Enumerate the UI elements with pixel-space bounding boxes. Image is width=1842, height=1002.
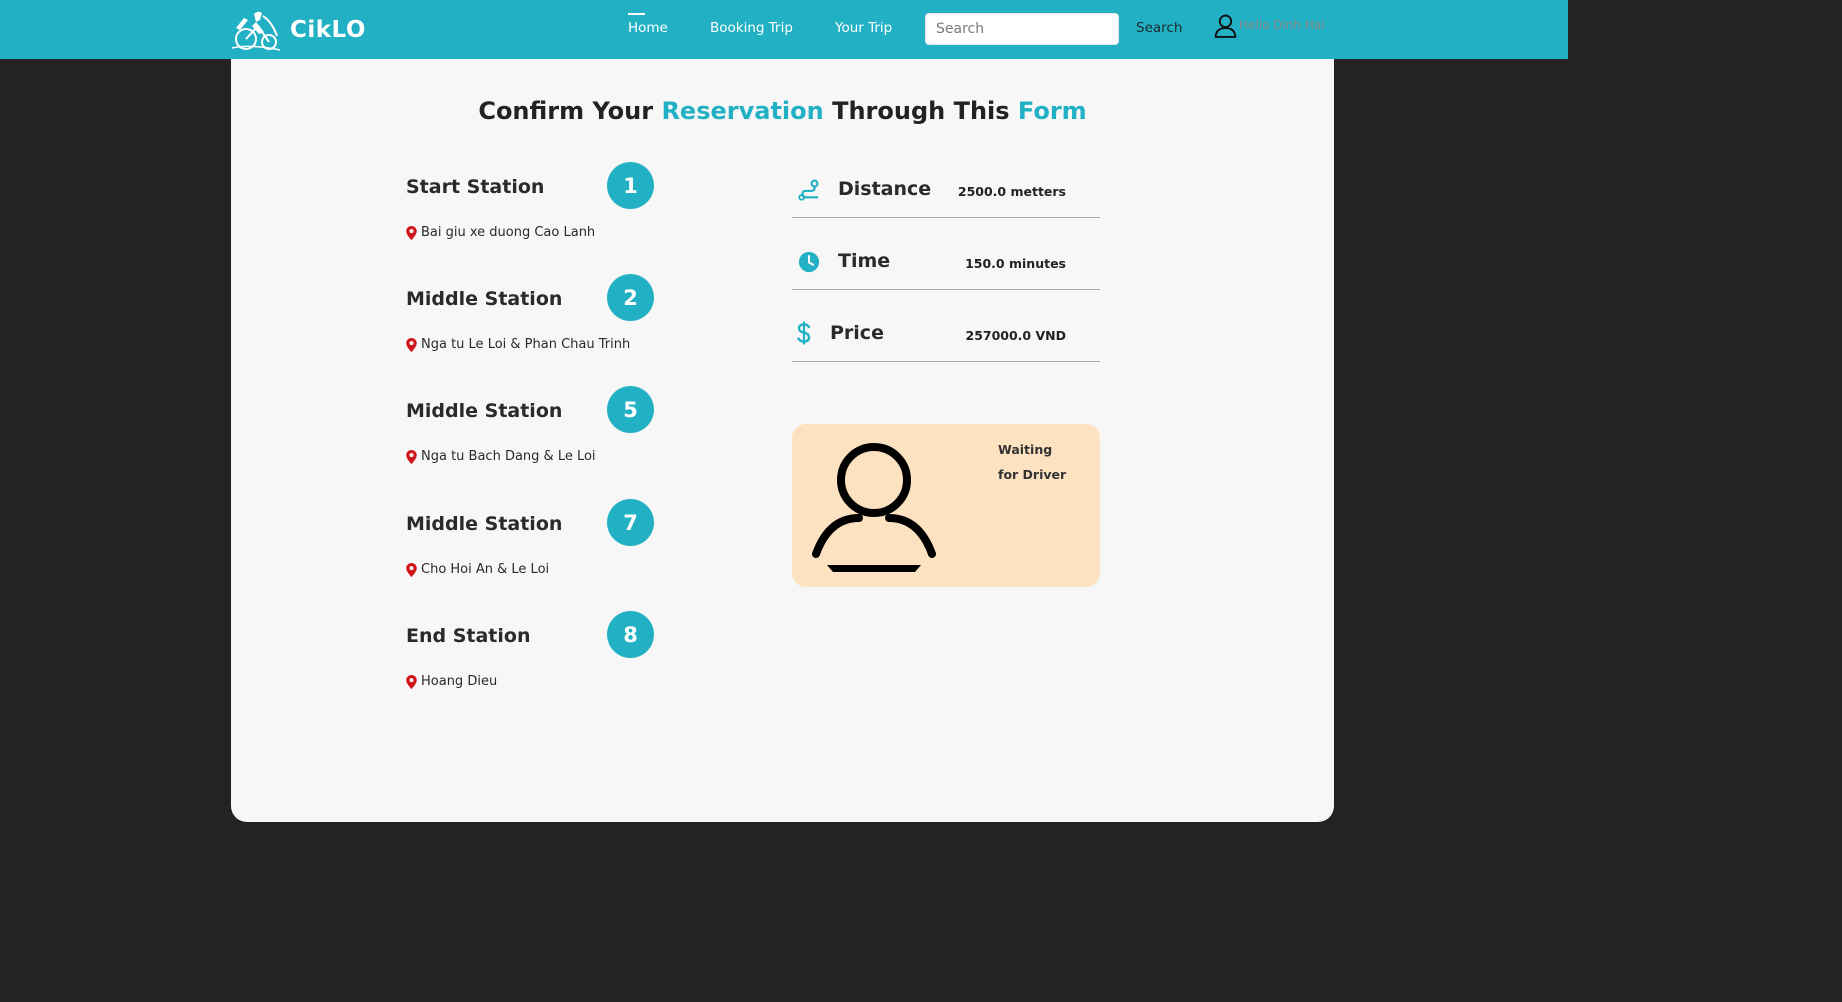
user-greeting: Hello Dinh Hai (1239, 17, 1325, 32)
user-icon (1214, 14, 1237, 38)
title-part-1: Confirm Your (478, 97, 662, 125)
station-item: Middle Station 5 Nga tu Bach Dang & Le L… (406, 386, 666, 486)
driver-avatar-icon (812, 443, 936, 572)
search-input[interactable] (925, 13, 1119, 45)
title-highlight-form: Form (1017, 97, 1087, 125)
time-value: 150.0 minutes (965, 256, 1066, 271)
nav-your-trip-link[interactable]: Your Trip (835, 20, 892, 36)
title-part-3: Through This (823, 97, 1018, 125)
reservation-form-card: Confirm Your Reservation Through This Fo… (231, 59, 1334, 822)
distance-value: 2500.0 metters (957, 184, 1066, 199)
station-item: Middle Station 7 Cho Hoi An & Le Loi (406, 499, 666, 599)
station-label: Middle Station (406, 400, 563, 422)
price-value: 257000.0 VND (965, 328, 1067, 343)
price-row: Price 257000.0 VND (792, 309, 1100, 362)
route-icon (798, 179, 819, 201)
page-title: Confirm Your Reservation Through This Fo… (231, 97, 1334, 125)
station-number-badge: 1 (607, 162, 654, 209)
station-number-badge: 5 (607, 386, 654, 433)
time-row: Time 150.0 minutes (792, 237, 1100, 290)
time-label: Time (838, 250, 891, 272)
station-address: Bai giu xe duong Cao Lanh (406, 225, 595, 240)
station-address-text: Nga tu Le Loi & Phan Chau Trinh (421, 337, 631, 352)
top-nav-bar: CikLO Home Booking Trip Your Trip Search… (0, 0, 1568, 59)
logo-icon (231, 11, 281, 51)
location-pin-icon (406, 674, 417, 689)
driver-status-line-2: for Driver (998, 467, 1067, 482)
nav-home-link[interactable]: Home (628, 20, 668, 36)
station-address: Hoang Dieu (406, 674, 497, 689)
station-label: Middle Station (406, 513, 563, 535)
station-item: End Station 8 Hoang Dieu (406, 611, 666, 711)
distance-row: Distance 2500.0 metters (792, 165, 1100, 218)
station-label: Middle Station (406, 288, 563, 310)
nav-booking-trip-link[interactable]: Booking Trip (710, 20, 793, 36)
station-address-text: Nga tu Bach Dang & Le Loi (421, 449, 596, 464)
station-item: Middle Station 2 Nga tu Le Loi & Phan Ch… (406, 274, 666, 374)
price-label: Price (830, 322, 884, 344)
station-label: Start Station (406, 176, 545, 198)
location-pin-icon (406, 337, 417, 352)
title-highlight-reservation: Reservation (661, 97, 824, 125)
location-pin-icon (406, 449, 417, 464)
station-number-badge: 2 (607, 274, 654, 321)
station-address-text: Bai giu xe duong Cao Lanh (421, 225, 596, 240)
station-address: Nga tu Bach Dang & Le Loi (406, 449, 596, 464)
clock-icon (798, 251, 820, 273)
driver-status-line-1: Waiting (998, 442, 1053, 457)
driver-status-text: Waiting for Driver (998, 437, 1078, 487)
active-nav-indicator (628, 13, 645, 15)
driver-status-card: Waiting for Driver (792, 424, 1100, 587)
brand-logo[interactable]: CikLO (230, 8, 366, 52)
station-number-badge: 8 (607, 611, 654, 658)
search-button[interactable]: Search (1136, 20, 1182, 36)
distance-label: Distance (838, 178, 932, 200)
user-menu[interactable]: Hello Dinh Hai (1213, 13, 1325, 38)
station-label: End Station (406, 625, 531, 647)
station-address-text: Cho Hoi An & Le Loi (421, 562, 550, 577)
dollar-icon (797, 321, 811, 345)
station-number-badge: 7 (607, 499, 654, 546)
station-address: Nga tu Le Loi & Phan Chau Trinh (406, 337, 630, 352)
station-address: Cho Hoi An & Le Loi (406, 562, 549, 577)
location-pin-icon (406, 225, 417, 240)
station-item: Start Station 1 Bai giu xe duong Cao Lan… (406, 162, 666, 262)
location-pin-icon (406, 562, 417, 577)
brand-name: CikLO (290, 17, 366, 43)
station-address-text: Hoang Dieu (421, 674, 498, 689)
